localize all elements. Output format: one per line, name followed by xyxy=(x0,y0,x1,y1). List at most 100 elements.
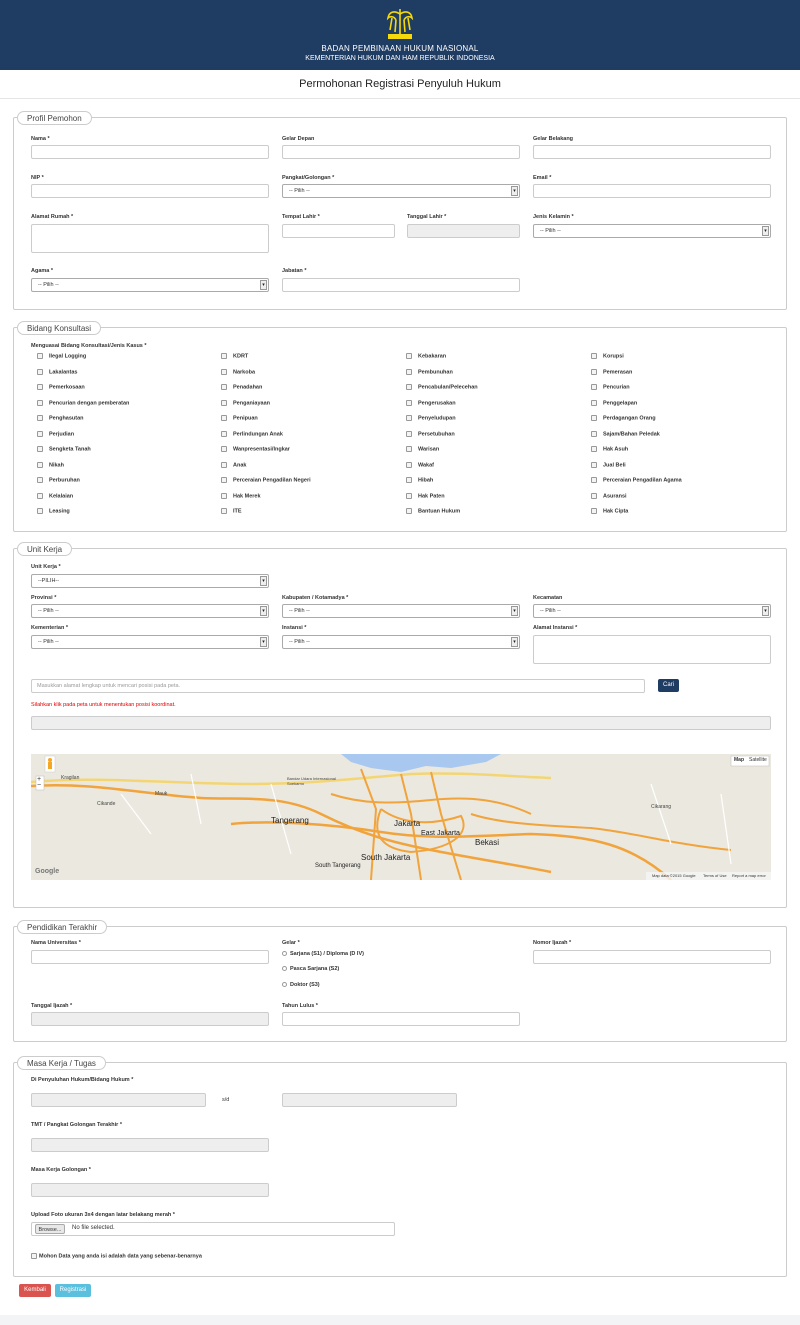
nip-input[interactable] xyxy=(31,184,269,198)
alamat-instansi-textarea[interactable] xyxy=(533,635,771,664)
bidang-checkbox[interactable]: Hibah xyxy=(406,477,433,483)
bidang-checkbox[interactable]: Perjudian xyxy=(37,430,74,437)
checkbox-label: Hak Paten xyxy=(418,492,445,499)
checkbox-label: Perlindungan Anak xyxy=(233,430,283,437)
bidang-checkbox[interactable]: Pengerusakan xyxy=(406,399,456,406)
checkbox-box xyxy=(591,446,597,452)
tmt-input[interactable] xyxy=(31,1138,269,1152)
bidang-checkbox[interactable]: Perceraian Pengadilan Negeri xyxy=(221,477,311,483)
unit-kerja-select[interactable]: --PILIH-- ▾ xyxy=(31,574,269,588)
gelar-radio-s3[interactable]: Doktor (S3) xyxy=(282,982,320,988)
bidang-checkbox[interactable]: Pencurian dengan pemberatan xyxy=(37,399,129,406)
bidang-checkbox[interactable]: Lakalantas xyxy=(37,368,78,375)
google-map[interactable]: + − Map Satellite Jakarta East Jakarta S… xyxy=(31,754,771,880)
bidang-checkbox[interactable]: Anak xyxy=(221,461,246,468)
file-input[interactable]: Browse... No file selected. xyxy=(31,1222,395,1236)
bidang-checkbox[interactable]: Penadahan xyxy=(221,384,262,390)
bidang-checkbox[interactable]: Penghasutan xyxy=(37,415,84,421)
agama-select[interactable]: -- Pilih -- ▾ xyxy=(31,278,269,292)
bidang-checkbox[interactable]: Pemerkosaan xyxy=(37,384,85,390)
bidang-checkbox[interactable]: Kelalaian xyxy=(37,492,73,499)
bidang-checkbox[interactable]: Pemerasan xyxy=(591,368,632,375)
bidang-checkbox[interactable]: Kebakaran xyxy=(406,353,446,359)
tanggal-ijazah-input[interactable] xyxy=(31,1012,269,1026)
gelar-depan-input[interactable] xyxy=(282,145,520,159)
jenis-kelamin-select[interactable]: -- Pilih -- ▾ xyxy=(533,224,771,238)
nama-input[interactable] xyxy=(31,145,269,159)
bidang-checkbox[interactable]: Perdagangan Orang xyxy=(591,415,656,421)
masa-akhir-input[interactable] xyxy=(282,1093,457,1107)
email-input[interactable] xyxy=(533,184,771,198)
bidang-checkbox[interactable]: KDRT xyxy=(221,353,248,359)
bidang-checkbox[interactable]: Sajam/Bahan Peledak xyxy=(591,430,660,437)
kecamatan-select[interactable]: -- Pilih -- ▾ xyxy=(533,604,771,618)
bidang-checkbox[interactable]: Narkoba xyxy=(221,368,256,375)
bidang-checkbox[interactable]: Leasing xyxy=(37,508,70,514)
tahun-lulus-input[interactable] xyxy=(282,1012,520,1026)
gelar-belakang-input[interactable] xyxy=(533,145,771,159)
checkbox-label: Leasing xyxy=(49,508,70,515)
bidang-checkbox[interactable]: Perlindungan Anak xyxy=(221,430,283,437)
registrasi-button[interactable]: Registrasi xyxy=(55,1284,91,1297)
nomor-ijazah-input[interactable] xyxy=(533,950,771,964)
bidang-checkbox[interactable]: Bantuan Hukum xyxy=(406,508,460,514)
instansi-select[interactable]: -- Pilih -- ▾ xyxy=(282,635,520,649)
map-type-satellite[interactable]: Satellite xyxy=(749,757,767,763)
tanggal-lahir-input[interactable] xyxy=(407,224,520,238)
bidang-checkbox[interactable]: Sengketa Tanah xyxy=(37,446,91,452)
bidang-checkbox[interactable]: Perceraian Pengadilan Agama xyxy=(591,477,682,483)
provinsi-select[interactable]: -- Pilih -- ▾ xyxy=(31,604,269,618)
bidang-checkbox[interactable]: Pencurian xyxy=(591,384,630,390)
map-terms-link[interactable]: Terms of Use xyxy=(703,873,727,878)
kabupaten-select[interactable]: -- Pilih -- ▾ xyxy=(282,604,520,618)
bidang-checkbox[interactable]: Wanpresentasi/Ingkar xyxy=(221,446,290,452)
bidang-checkbox[interactable]: Hak Paten xyxy=(406,492,445,499)
universitas-input[interactable] xyxy=(31,950,269,964)
tmt-label: TMT / Pangkat Golongan Terakhir * xyxy=(31,1122,122,1128)
koordinat-input[interactable] xyxy=(31,716,771,730)
checkbox-label: Penghasutan xyxy=(49,415,84,422)
bidang-checkbox[interactable]: Penggelapan xyxy=(591,399,637,406)
kembali-button[interactable]: Kembali xyxy=(19,1284,51,1297)
alamat-textarea[interactable] xyxy=(31,224,269,253)
bidang-checkbox[interactable]: Penyeludupan xyxy=(406,415,456,421)
browse-button[interactable]: Browse... xyxy=(35,1224,65,1234)
bidang-checkbox[interactable]: Hak Merek xyxy=(221,492,261,499)
kementerian-select[interactable]: -- Pilih -- ▾ xyxy=(31,635,269,649)
jabatan-input[interactable] xyxy=(282,278,520,292)
pangkat-select[interactable]: -- Pilih -- ▾ xyxy=(282,184,520,198)
checkbox-label: Nikah xyxy=(49,461,64,468)
checkbox-label: Narkoba xyxy=(233,368,256,375)
bidang-checkbox[interactable]: Korupsi xyxy=(591,353,624,359)
map-report-link[interactable]: Report a map error xyxy=(732,873,766,878)
bidang-checkbox[interactable]: Perburuhan xyxy=(37,477,80,483)
bidang-checkbox[interactable]: Warisan xyxy=(406,446,439,452)
bidang-checkbox[interactable]: Wakaf xyxy=(406,461,434,468)
checkbox-label: Lakalantas xyxy=(49,368,78,375)
bidang-checkbox[interactable]: Nikah xyxy=(37,461,64,468)
confirm-checkbox[interactable]: Mohon Data yang anda isi adalah data yan… xyxy=(31,1253,202,1259)
bidang-checkbox[interactable]: Persetubuhan xyxy=(406,430,455,437)
bidang-checkbox[interactable]: Pencabulan/Pelecehan xyxy=(406,384,478,390)
map-zoom-out-button[interactable]: − xyxy=(37,782,41,789)
bidang-checkbox[interactable]: ITE xyxy=(221,508,242,514)
masa-kerja-input[interactable] xyxy=(31,1183,269,1197)
map-search-input[interactable]: Masukkan alamat lengkap untuk mencari po… xyxy=(31,679,645,693)
radio-circle xyxy=(282,951,287,957)
bidang-checkbox[interactable]: Hak Asuh xyxy=(591,446,628,452)
checkbox-label: Perceraian Pengadilan Agama xyxy=(603,477,682,484)
gelar-radio-s2[interactable]: Pasca Sarjana (S2) xyxy=(282,966,339,972)
tempat-lahir-input[interactable] xyxy=(282,224,395,238)
masa-mulai-input[interactable] xyxy=(31,1093,206,1107)
cari-button[interactable]: Cari xyxy=(658,679,679,692)
map-type-map[interactable]: Map xyxy=(734,757,744,763)
bidang-checkbox[interactable]: Pembunuhan xyxy=(406,368,453,375)
bidang-checkbox[interactable]: Asuransi xyxy=(591,492,627,499)
bidang-checkbox[interactable]: Penipuan xyxy=(221,415,258,421)
gelar-radio-s1[interactable]: Sarjana (S1) / Diploma (D IV) xyxy=(282,951,364,957)
checkbox-label: Pencabulan/Pelecehan xyxy=(418,384,478,391)
bidang-checkbox[interactable]: Penganiayaan xyxy=(221,399,270,406)
bidang-checkbox[interactable]: Ilegal Logging xyxy=(37,353,86,359)
bidang-checkbox[interactable]: Hak Cipta xyxy=(591,508,628,514)
bidang-checkbox[interactable]: Jual Beli xyxy=(591,461,626,468)
